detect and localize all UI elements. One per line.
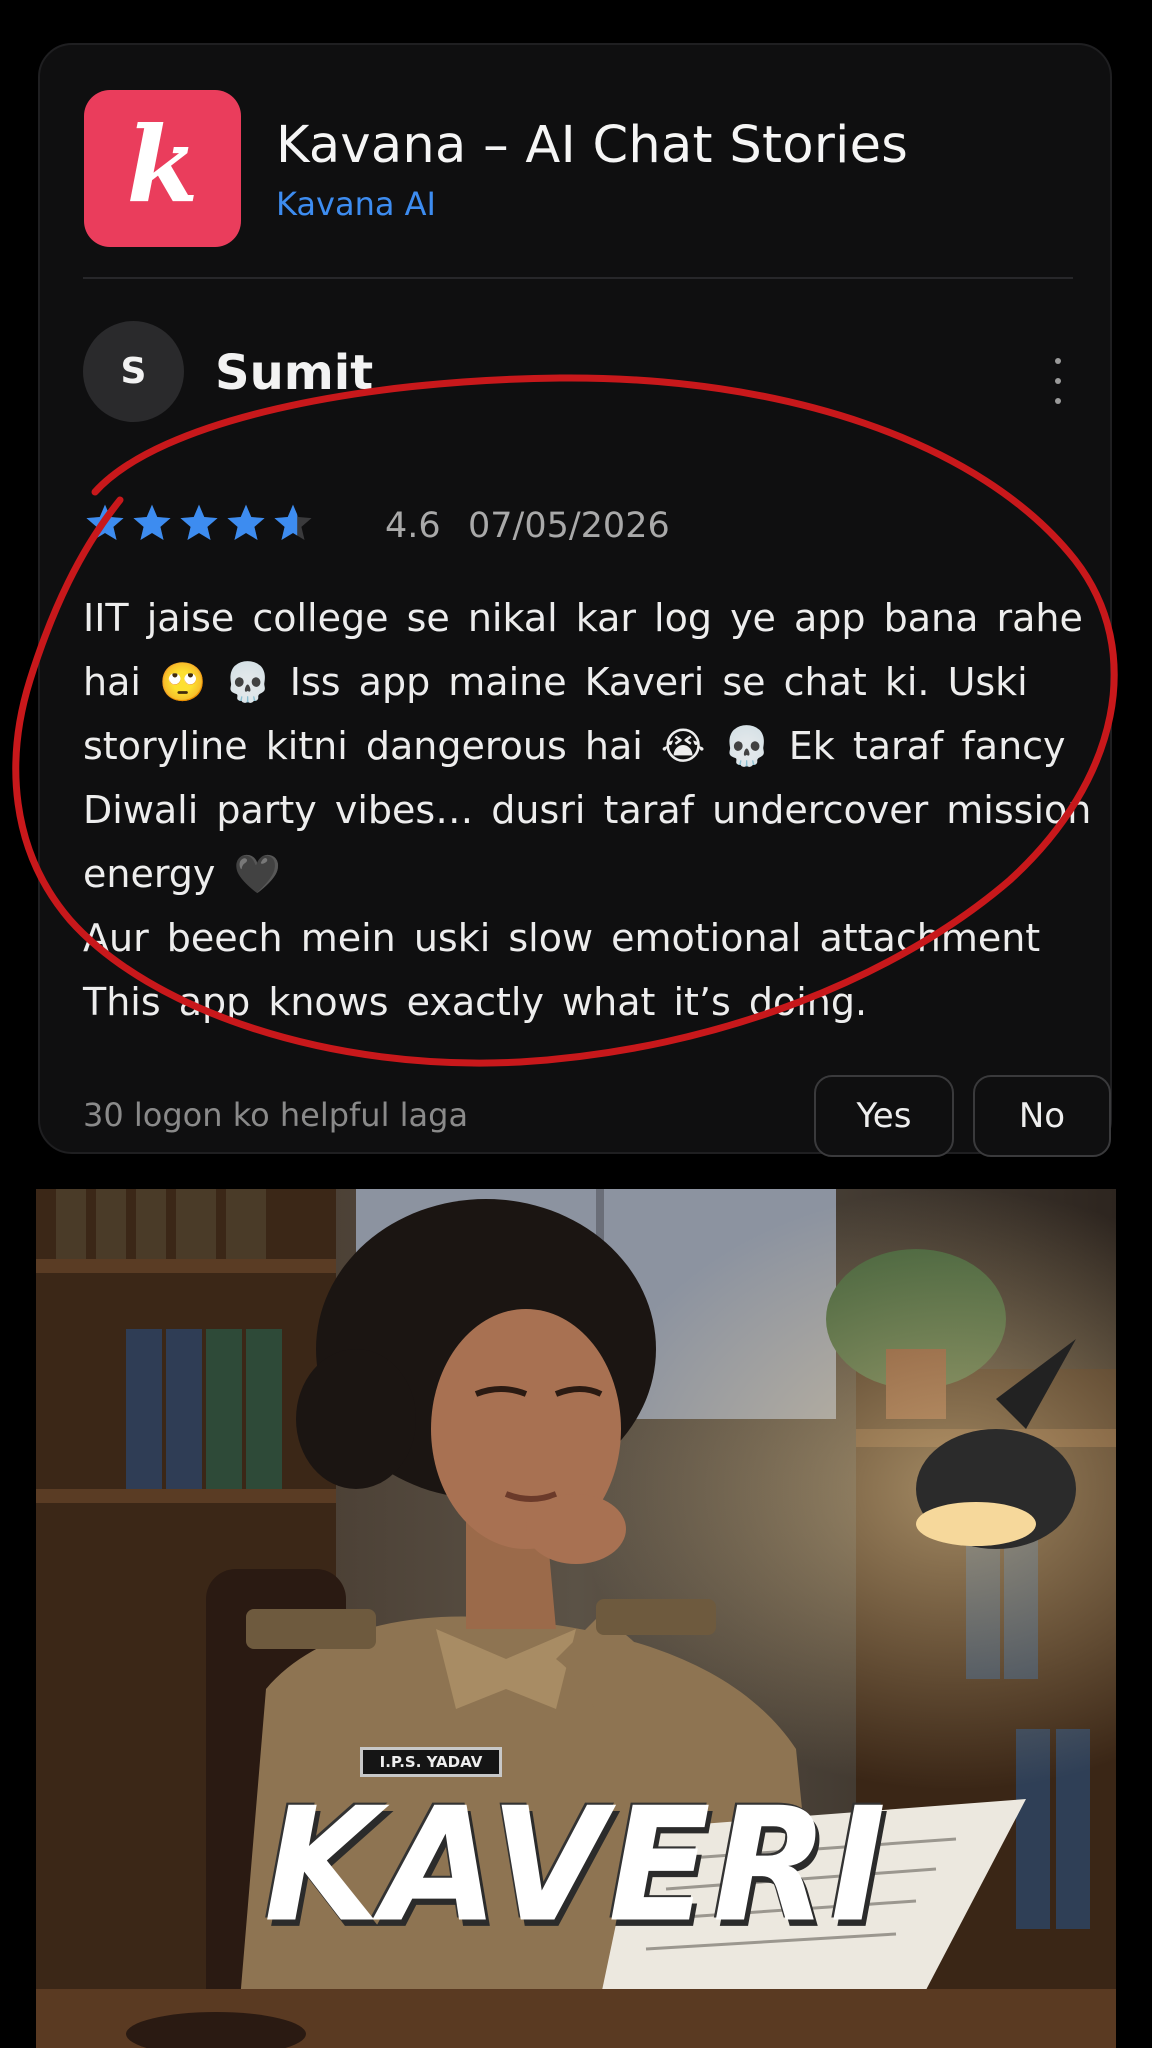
star-icon: [274, 504, 312, 540]
star-icon: [86, 504, 124, 540]
star-icon: [133, 504, 171, 540]
app-icon-letter: k: [126, 102, 199, 226]
review-date: 07/05/2026: [468, 506, 670, 546]
helpful-no-button[interactable]: No: [973, 1075, 1111, 1157]
review-line: Aur beech mein uski slow emotional attac…: [83, 916, 1041, 960]
review-line: hai 🙄 💀 Iss app maine Kaveri se chat ki.…: [83, 660, 1028, 704]
star-icon: [180, 504, 218, 540]
review-line: energy 🖤: [83, 852, 281, 896]
review-line: Diwali party vibes… dusri taraf undercov…: [83, 788, 1092, 832]
review-line: This app knows exactly what it’s doing.: [83, 980, 868, 1024]
reviewer-name: Sumit: [215, 345, 374, 401]
avatar-initial: S: [120, 351, 147, 392]
review-card: k Kavana – AI Chat Stories Kavana AI S S…: [38, 43, 1112, 1157]
app-icon[interactable]: k: [84, 90, 241, 247]
poster-nameplate: I.P.S. YADAV: [360, 1747, 502, 1777]
avatar: S: [83, 321, 184, 422]
divider: [83, 277, 1073, 279]
helpful-yes-button[interactable]: Yes: [814, 1075, 954, 1157]
review-text: IIT jaise college se nikal kar log ye ap…: [83, 586, 1093, 1034]
more-vertical-icon[interactable]: [1050, 358, 1066, 404]
star-icon: [227, 504, 265, 540]
review-line: storyline kitni dangerous hai 😭 💀 Ek tar…: [83, 724, 1066, 768]
poster-title: KAVERI: [263, 1774, 888, 1958]
helpful-count: 30 logon ko helpful laga: [83, 1096, 469, 1134]
rating-value: 4.6: [385, 506, 441, 546]
app-developer[interactable]: Kavana AI: [276, 185, 436, 223]
star-rating: [83, 502, 315, 544]
kaveri-poster-image: I.P.S. YADAV KAVERI: [36, 1189, 1116, 2048]
review-line: IIT jaise college se nikal kar log ye ap…: [83, 596, 1083, 640]
app-title[interactable]: Kavana – AI Chat Stories: [276, 116, 908, 175]
